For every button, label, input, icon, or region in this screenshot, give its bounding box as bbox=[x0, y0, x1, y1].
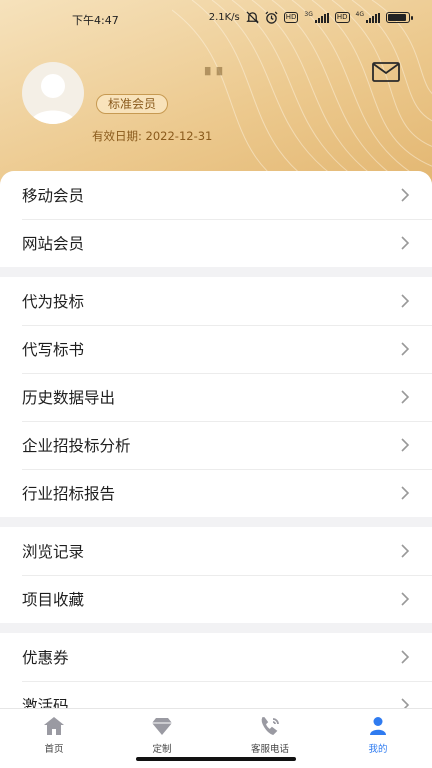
chevron-right-icon bbox=[401, 294, 410, 308]
menu-group-records: 浏览记录 项目收藏 bbox=[0, 527, 432, 623]
status-bar: 下午4:47 2.1K/s HD 3G HD 4G bbox=[0, 0, 432, 38]
menu-item-coupons[interactable]: 优惠券 bbox=[0, 633, 432, 681]
network-speed: 2.1K/s bbox=[208, 12, 240, 23]
status-time: 下午4:47 bbox=[72, 14, 119, 27]
menu-item-bid-writing[interactable]: 代写标书 bbox=[0, 325, 432, 373]
expiry-date: 2022-12-31 bbox=[145, 129, 213, 143]
chevron-right-icon bbox=[401, 188, 410, 202]
signal-icon-2 bbox=[366, 12, 380, 23]
home-indicator[interactable] bbox=[136, 757, 296, 761]
menu-item-label: 优惠券 bbox=[22, 649, 69, 667]
diamond-icon bbox=[152, 718, 172, 735]
chevron-right-icon bbox=[401, 486, 410, 500]
menu-item-label: 企业招投标分析 bbox=[22, 437, 131, 455]
network-type-2: 4G bbox=[355, 11, 364, 18]
tab-mine[interactable]: 我的 bbox=[324, 709, 432, 768]
tab-home[interactable]: 首页 bbox=[0, 709, 108, 768]
menu-item-label: 项目收藏 bbox=[22, 591, 85, 609]
chevron-right-icon bbox=[401, 544, 410, 558]
menu-group-coupons: 优惠券 激活码 bbox=[0, 633, 432, 708]
home-icon bbox=[44, 717, 64, 735]
expiry-label: 有效日期: bbox=[92, 129, 142, 143]
phone-icon bbox=[261, 717, 279, 736]
avatar[interactable] bbox=[22, 62, 84, 124]
menu-group-membership: 移动会员 网站会员 bbox=[0, 171, 432, 267]
menu-item-enterprise-analysis[interactable]: 企业招投标分析 bbox=[0, 421, 432, 469]
member-level-badge: 标准会员 bbox=[96, 94, 169, 114]
menu-item-history-export[interactable]: 历史数据导出 bbox=[0, 373, 432, 421]
menu-item-mobile-membership[interactable]: 移动会员 bbox=[0, 171, 432, 219]
chevron-right-icon bbox=[401, 438, 410, 452]
tab-label: 首页 bbox=[44, 744, 64, 755]
hd-badge-2: HD bbox=[334, 12, 350, 23]
menu-item-website-membership[interactable]: 网站会员 bbox=[0, 219, 432, 267]
hd-badge: HD bbox=[283, 12, 299, 23]
tab-label: 我的 bbox=[368, 744, 388, 755]
menu-item-label: 代写标书 bbox=[22, 341, 85, 359]
mute-alarm-icon bbox=[246, 11, 259, 24]
user-icon bbox=[370, 717, 386, 735]
chevron-right-icon bbox=[401, 342, 410, 356]
menu-group-services: 代为投标 代写标书 历史数据导出 企业招投标分析 行业招标报告 bbox=[0, 277, 432, 517]
menu-item-label: 移动会员 bbox=[22, 187, 85, 205]
membership-expiry: 有效日期: 2022-12-31 bbox=[92, 128, 212, 144]
alarm-icon bbox=[265, 11, 278, 24]
status-indicators: 2.1K/s HD 3G HD 4G bbox=[208, 11, 413, 24]
chevron-right-icon bbox=[401, 390, 410, 404]
mail-icon[interactable] bbox=[372, 62, 400, 82]
network-type: 3G bbox=[304, 11, 313, 18]
user-avatar-icon bbox=[30, 74, 76, 124]
menu-item-industry-report[interactable]: 行业招标报告 bbox=[0, 469, 432, 517]
chevron-right-icon bbox=[401, 650, 410, 664]
tab-label: 定制 bbox=[152, 744, 172, 755]
chevron-right-icon bbox=[401, 236, 410, 250]
menu-item-project-favorites[interactable]: 项目收藏 bbox=[0, 575, 432, 623]
menu-item-label: 浏览记录 bbox=[22, 543, 85, 561]
chevron-right-icon bbox=[401, 592, 410, 606]
username: ▘▘ bbox=[205, 68, 229, 84]
menu-item-label: 代为投标 bbox=[22, 293, 85, 311]
tab-label: 客服电话 bbox=[250, 744, 289, 755]
menu-item-browse-history[interactable]: 浏览记录 bbox=[0, 527, 432, 575]
signal-icon bbox=[314, 12, 329, 23]
chevron-right-icon bbox=[401, 698, 410, 708]
menu-item-label: 网站会员 bbox=[22, 235, 85, 253]
menu-item-label: 历史数据导出 bbox=[22, 389, 116, 407]
menu-item-activation-code[interactable]: 激活码 bbox=[0, 681, 432, 708]
battery-icon bbox=[386, 12, 413, 23]
profile-header: 下午4:47 2.1K/s HD 3G HD 4G ▘▘ 标准会员 有效日期: … bbox=[0, 0, 432, 200]
menu-item-proxy-bidding[interactable]: 代为投标 bbox=[0, 277, 432, 325]
menu-item-label: 激活码 bbox=[22, 697, 69, 708]
menu-item-label: 行业招标报告 bbox=[22, 485, 116, 503]
menu-sheet: 移动会员 网站会员 代为投标 代写标书 历史数据导出 企业招投标分析 行业招标报… bbox=[0, 171, 432, 708]
